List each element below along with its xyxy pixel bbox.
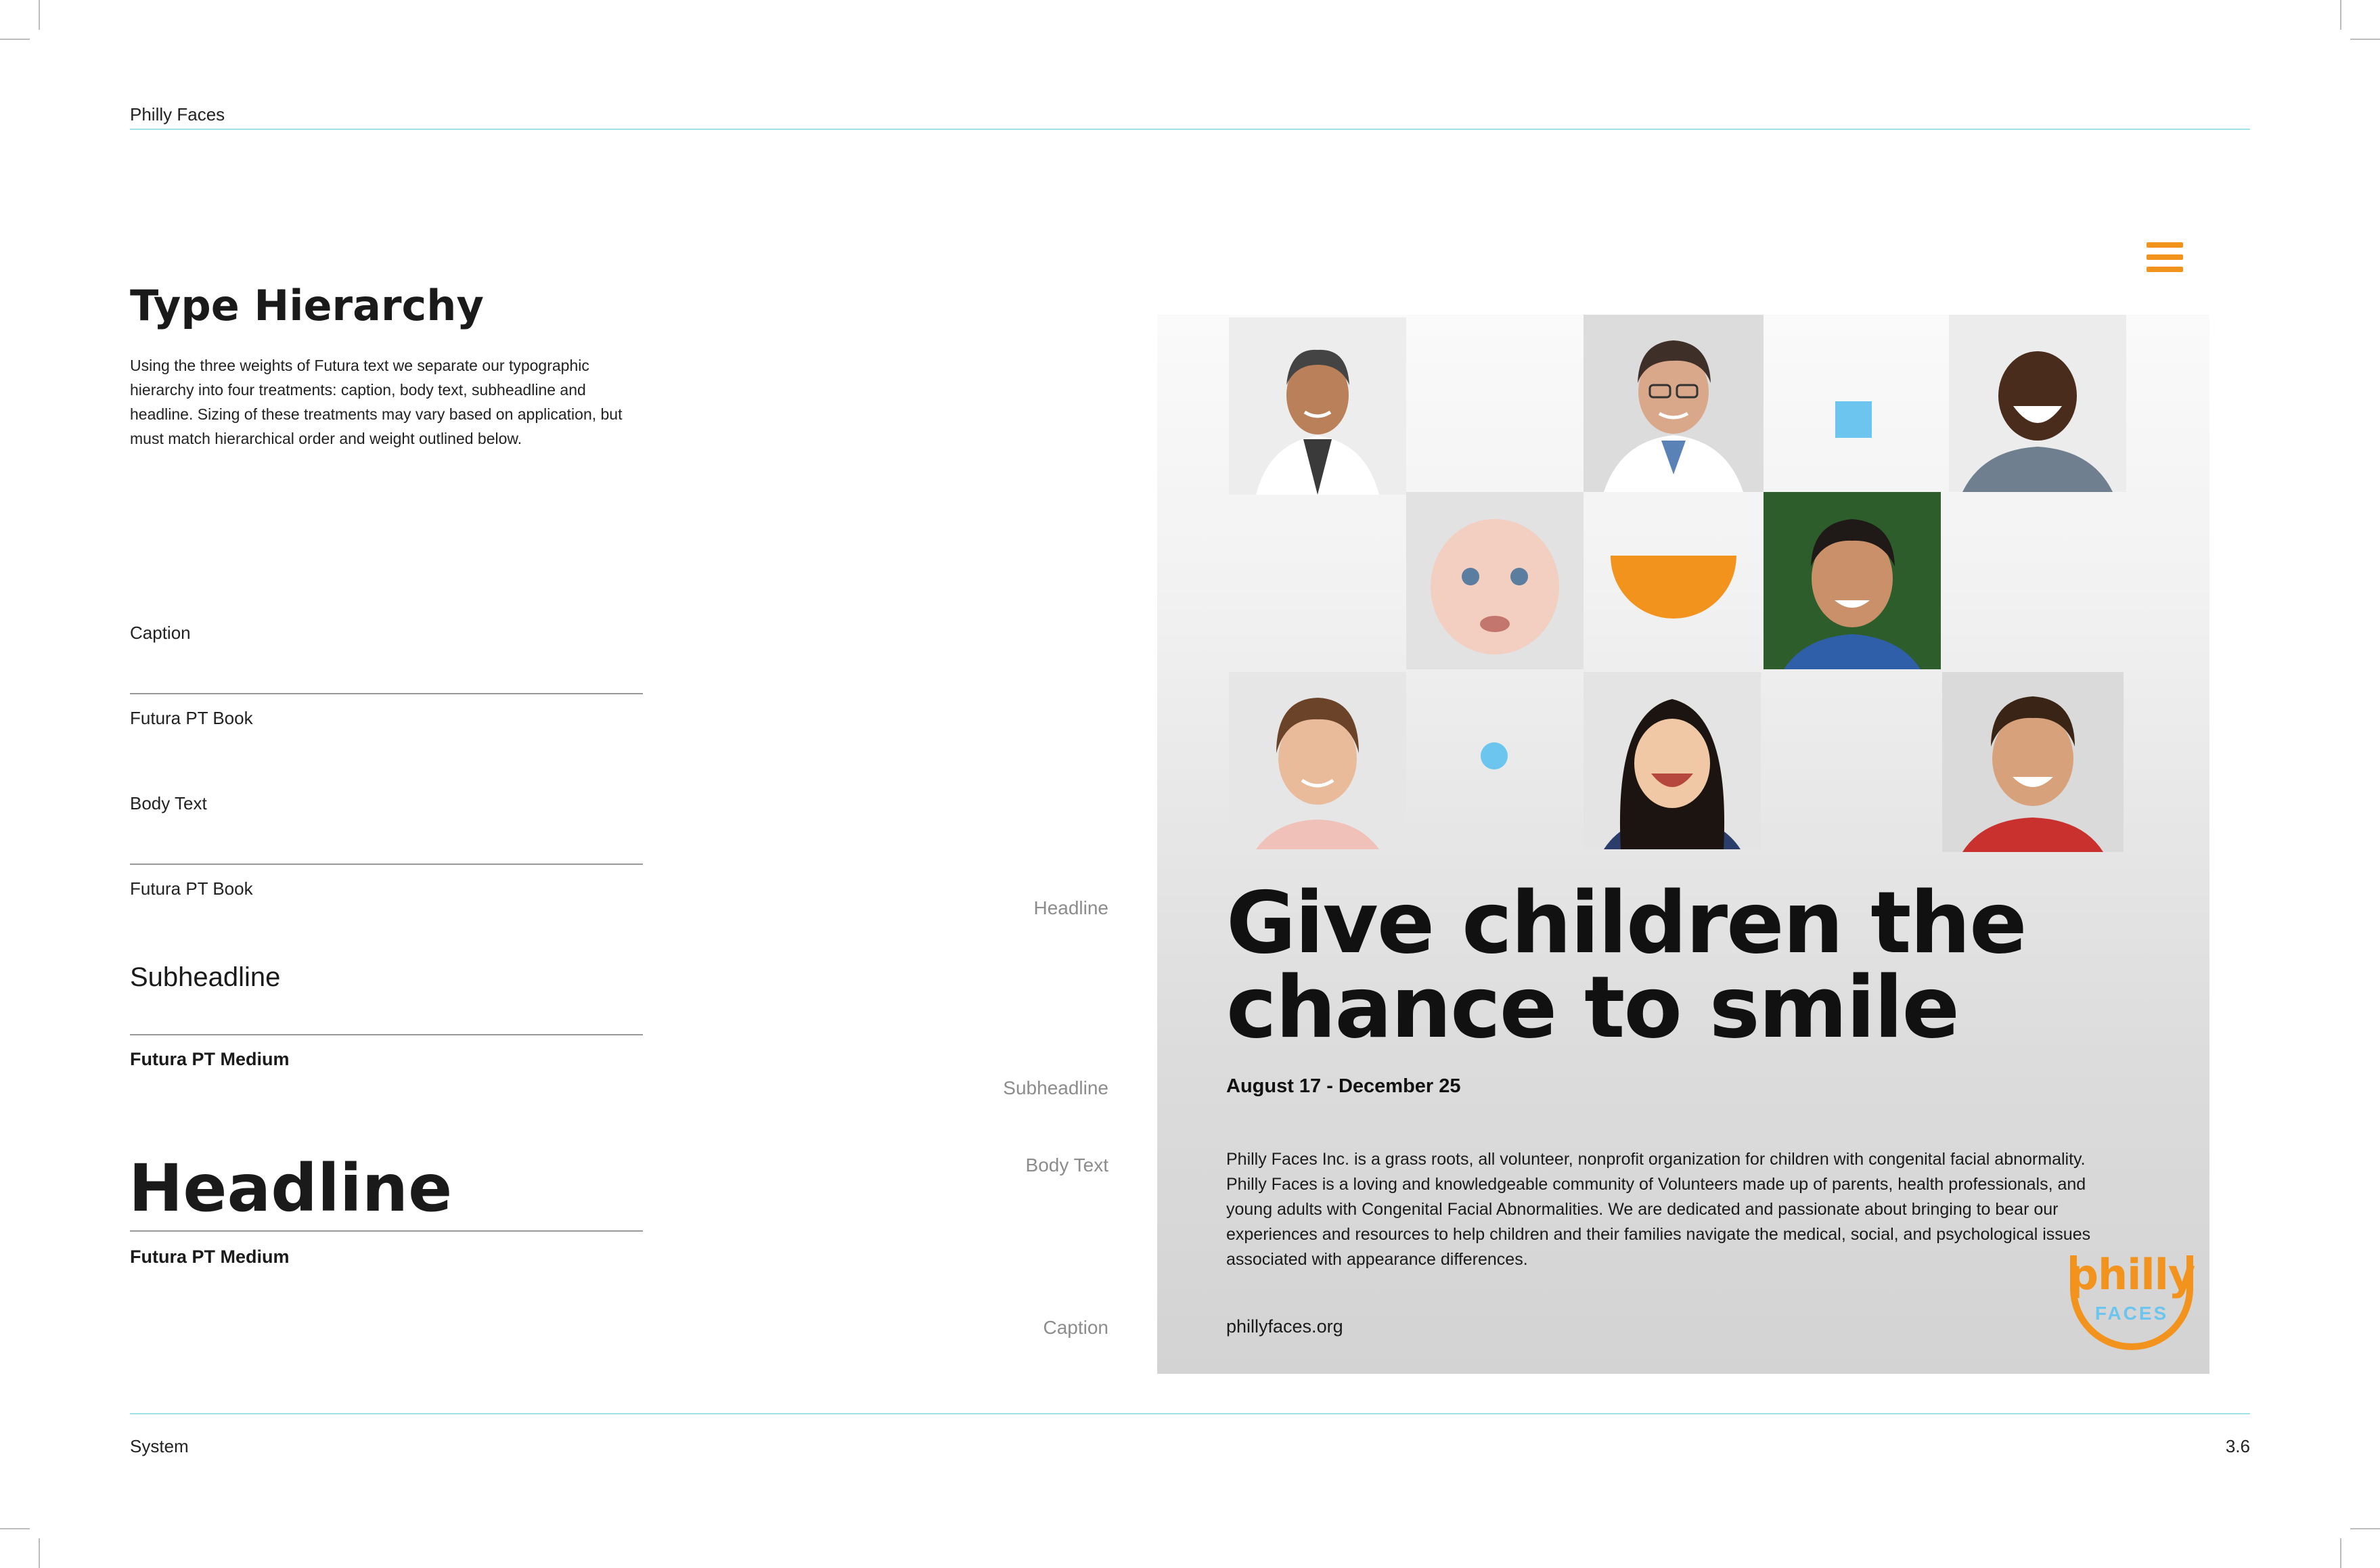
photo-boy-3 xyxy=(1942,672,2124,852)
photo-doctor-1 xyxy=(1229,317,1406,495)
poster-subheadline: August 17 - December 25 xyxy=(1226,1075,1461,1097)
caption-rule xyxy=(130,693,643,694)
crop-mark xyxy=(39,0,40,30)
headline-rule xyxy=(130,1230,643,1232)
crop-mark xyxy=(0,39,30,40)
running-header: Philly Faces xyxy=(130,104,225,125)
page-number: 3.6 xyxy=(2225,1436,2250,1456)
caption-font-name: Futura PT Book xyxy=(130,708,253,728)
poster-example: Give children the chance to smile August… xyxy=(1157,315,2209,1374)
body-text-rule xyxy=(130,864,643,865)
poster-label-headline: Headline xyxy=(1033,897,1108,918)
body-text-sample: Body Text xyxy=(130,793,207,813)
photo-boy-1 xyxy=(1949,315,2126,492)
body-text-font-name: Futura PT Book xyxy=(130,878,253,899)
photo-girl-2 xyxy=(1584,672,1761,849)
subheadline-font-name: Futura PT Medium xyxy=(130,1049,290,1069)
blue-square-shape xyxy=(1835,401,1872,438)
section-title: Type Hierarchy xyxy=(130,281,484,330)
footer-rule xyxy=(130,1413,2250,1414)
logo-wordmark: philly xyxy=(2068,1250,2196,1299)
footer-section: System xyxy=(130,1436,189,1456)
poster-caption[interactable]: phillyfaces.org xyxy=(1226,1316,1343,1337)
crop-mark xyxy=(2350,1528,2380,1529)
photo-baby xyxy=(1406,492,1584,669)
philly-faces-logo: philly FACES xyxy=(2067,1250,2196,1357)
headline-sample: Headline xyxy=(129,1150,453,1226)
crop-mark xyxy=(2340,1538,2341,1568)
crop-mark xyxy=(2350,39,2380,40)
header-rule xyxy=(130,129,2250,130)
caption-sample: Caption xyxy=(130,623,191,643)
crop-mark xyxy=(0,1528,30,1529)
menu-icon[interactable] xyxy=(2147,242,2183,272)
subheadline-rule xyxy=(130,1034,643,1035)
poster-body-text: Philly Faces Inc. is a grass roots, all … xyxy=(1226,1150,2091,1269)
poster-headline: Give children the chance to smile xyxy=(1226,873,2027,1057)
blue-dot-shape xyxy=(1481,742,1508,769)
photo-doctor-2 xyxy=(1584,315,1764,492)
crop-mark xyxy=(39,1538,40,1568)
photo-boy-2 xyxy=(1764,492,1941,669)
subheadline-sample: Subheadline xyxy=(130,962,281,992)
poster-label-subheadline: Subheadline xyxy=(1003,1077,1108,1098)
logo-subtext: FACES xyxy=(2094,1303,2169,1324)
headline-font-name: Futura PT Medium xyxy=(130,1247,290,1267)
crop-mark xyxy=(2340,0,2341,30)
section-intro: Using the three weights of Futura text w… xyxy=(130,357,623,447)
orange-half-circle-shape xyxy=(1611,556,1736,619)
poster-label-caption: Caption xyxy=(1043,1317,1108,1338)
photo-girl-1 xyxy=(1229,672,1406,849)
poster-label-body: Body Text xyxy=(1025,1155,1108,1175)
